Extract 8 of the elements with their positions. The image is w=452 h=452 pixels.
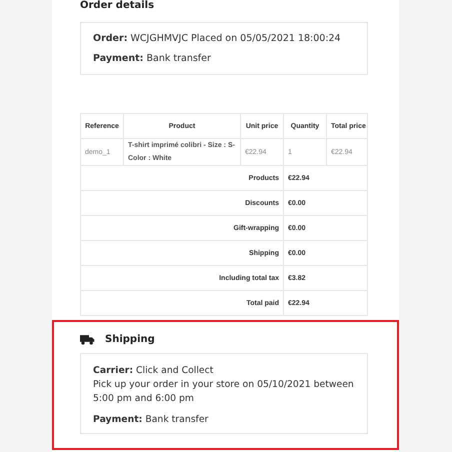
info-text: Payment: Bank transfer: [93, 52, 212, 66]
info-text: Payment: Bank transfer: [93, 413, 210, 427]
truck-icon: [80, 334, 95, 344]
info-text: Carrier: Click and Collect: [93, 364, 214, 378]
section-title: Shipping: [105, 334, 155, 345]
info-text: Order: WCJGHMVJC Placed on 05/05/2021 18:00:24: [93, 32, 342, 46]
section-title: Order details: [79, 0, 156, 12]
info-text: Pick up your order in your store on 05/10/2021 between 5:00 pm and 6:00 pm: [93, 378, 355, 406]
